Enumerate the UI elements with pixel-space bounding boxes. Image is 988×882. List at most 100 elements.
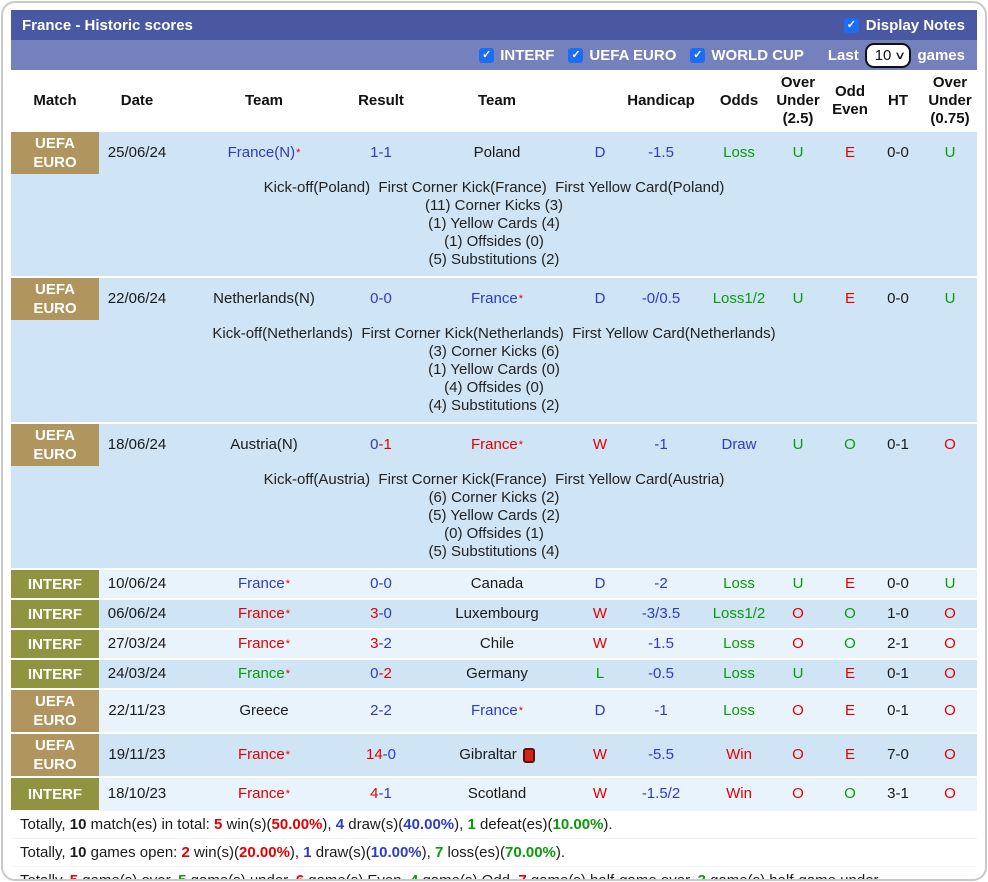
odd-even: O — [825, 630, 875, 658]
league-badge: INTERF — [11, 630, 99, 658]
note-stat-line: (4) Offsides (0) — [11, 379, 977, 397]
match-block: INTERF 10/06/24 France* 0-0 Canada D -2 … — [11, 568, 977, 598]
last-games-select[interactable]: 10 ∨ — [865, 43, 912, 68]
match-date: 25/06/24 — [99, 132, 175, 174]
handicap-value: -5.5 — [615, 734, 707, 776]
match-notes: Kick-off(Poland) First Corner Kick(Franc… — [11, 174, 977, 276]
match-block: UEFA EURO 22/11/23 Greece 2-2 France* D … — [11, 688, 977, 732]
checkbox-icon[interactable]: ✓ — [479, 48, 494, 63]
over-under-075: U — [921, 132, 979, 174]
over-under-25: U — [771, 132, 825, 174]
match-row: INTERF 27/03/24 France* 3-2 Chile W -1.5… — [11, 630, 977, 658]
header-away-team: Team — [409, 88, 585, 114]
match-row: UEFA EURO 25/06/24 France(N)* 1-1 Poland… — [11, 132, 977, 174]
odd-even: E — [825, 132, 875, 174]
handicap-result: D — [585, 278, 615, 320]
half-time-score: 0-1 — [875, 690, 921, 732]
filter-uefa-euro[interactable]: ✓ UEFA EURO — [568, 47, 676, 64]
match-result: 0-1 — [353, 424, 409, 466]
over-under-25: O — [771, 600, 825, 628]
away-team: Chile — [409, 630, 585, 658]
over-under-075: O — [921, 424, 979, 466]
over-under-25: U — [771, 660, 825, 688]
filter-label: UEFA EURO — [589, 47, 676, 64]
handicap-value: -1.5 — [615, 132, 707, 174]
home-team: France* — [175, 660, 353, 688]
followed-team-star: * — [286, 669, 290, 679]
odd-even: E — [825, 690, 875, 732]
filter-label: INTERF — [500, 47, 554, 64]
away-team: France* — [409, 278, 585, 320]
home-team: France* — [175, 570, 353, 598]
match-result: 1-1 — [353, 132, 409, 174]
away-team: Gibraltar — [409, 734, 585, 776]
odd-even: O — [825, 424, 875, 466]
note-stat-line: (1) Yellow Cards (0) — [11, 361, 977, 379]
league-badge: UEFA EURO — [11, 132, 99, 174]
match-date: 19/11/23 — [99, 734, 175, 776]
over-under-075: O — [921, 734, 979, 776]
note-stat-line: (1) Yellow Cards (4) — [11, 215, 977, 233]
over-under-075: O — [921, 660, 979, 688]
over-under-075: O — [921, 778, 979, 810]
match-block: INTERF 24/03/24 France* 0-2 Germany L -0… — [11, 658, 977, 688]
home-team: France* — [175, 734, 353, 776]
handicap-value: -0.5 — [615, 660, 707, 688]
match-row: UEFA EURO 22/06/24 Netherlands(N) 0-0 Fr… — [11, 278, 977, 320]
header-result: Result — [353, 88, 409, 114]
match-date: 06/06/24 — [99, 600, 175, 628]
half-time-score: 0-0 — [875, 132, 921, 174]
filter-bar: ✓INTERF✓UEFA EURO✓WORLD CUP Last 10 ∨ ga… — [11, 40, 977, 70]
odds-result: Loss1/2 — [707, 278, 771, 320]
odds-result: Loss — [707, 660, 771, 688]
match-result: 0-0 — [353, 278, 409, 320]
away-team: France* — [409, 690, 585, 732]
header-odds: Odds — [707, 88, 771, 114]
home-team: France* — [175, 778, 353, 810]
match-row: UEFA EURO 19/11/23 France* 14-0 Gibralta… — [11, 734, 977, 776]
half-time-score: 0-0 — [875, 278, 921, 320]
league-badge: UEFA EURO — [11, 690, 99, 732]
display-notes-checkbox[interactable]: ✓ — [844, 18, 859, 33]
header-over-under-25: Over Under (2.5) — [771, 70, 825, 132]
display-notes-toggle[interactable]: ✓ Display Notes — [844, 17, 965, 34]
table-header-row: Match Date Team Result Team Handicap Odd… — [11, 70, 977, 132]
filter-interf[interactable]: ✓ INTERF — [479, 47, 554, 64]
handicap-value: -1.5 — [615, 630, 707, 658]
checkbox-icon[interactable]: ✓ — [568, 48, 583, 63]
home-team: Austria(N) — [175, 424, 353, 466]
handicap-result: D — [585, 690, 615, 732]
match-date: 22/06/24 — [99, 278, 175, 320]
header-over-under-075: Over Under (0.75) — [921, 70, 979, 132]
odd-even: E — [825, 570, 875, 598]
note-stat-line: (0) Offsides (1) — [11, 525, 977, 543]
league-badge: UEFA EURO — [11, 734, 99, 776]
match-rows: UEFA EURO 25/06/24 France(N)* 1-1 Poland… — [11, 132, 977, 810]
over-under-25: O — [771, 690, 825, 732]
over-under-25: U — [771, 278, 825, 320]
followed-team-star: * — [286, 639, 290, 649]
match-block: INTERF 18/10/23 France* 4-1 Scotland W -… — [11, 776, 977, 810]
display-notes-label: Display Notes — [866, 17, 965, 34]
league-badge: INTERF — [11, 570, 99, 598]
league-badge: INTERF — [11, 660, 99, 688]
header-date: Date — [99, 88, 175, 114]
checkbox-icon[interactable]: ✓ — [690, 48, 705, 63]
handicap-value: -1.5/2 — [615, 778, 707, 810]
handicap-result: D — [585, 570, 615, 598]
odds-result: Loss — [707, 570, 771, 598]
note-stat-line: (5) Substitutions (4) — [11, 543, 977, 561]
handicap-value: -1 — [615, 424, 707, 466]
filter-world-cup[interactable]: ✓WORLD CUP — [690, 47, 804, 64]
followed-team-star: * — [286, 609, 290, 619]
last-games-value: 10 — [875, 47, 892, 64]
match-row: INTERF 10/06/24 France* 0-0 Canada D -2 … — [11, 570, 977, 598]
header-wdl — [585, 97, 615, 105]
over-under-25: U — [771, 570, 825, 598]
followed-team-star: * — [519, 706, 523, 716]
over-under-25: U — [771, 424, 825, 466]
away-team: Canada — [409, 570, 585, 598]
odd-even: E — [825, 278, 875, 320]
header-match: Match — [11, 88, 99, 114]
half-time-score: 7-0 — [875, 734, 921, 776]
